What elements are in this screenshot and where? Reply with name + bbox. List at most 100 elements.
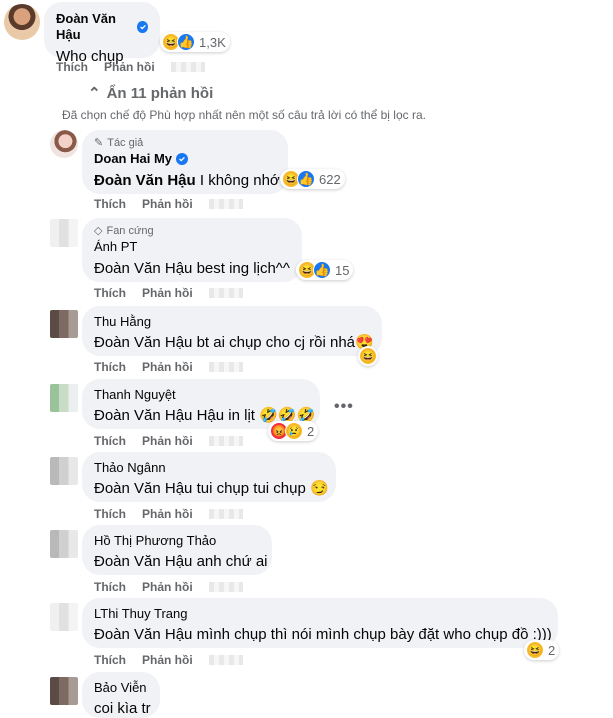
author-name[interactable]: Thảo Ngânn xyxy=(94,460,166,476)
toggle-label: Ẩn 11 phản hồi xyxy=(106,84,214,102)
mention-link[interactable]: Đoàn Văn Hậu xyxy=(94,480,192,497)
avatar[interactable] xyxy=(50,384,78,412)
reply-message: I không nhớ xyxy=(199,172,280,189)
timestamp[interactable] xyxy=(208,288,243,298)
like-button[interactable]: Thích xyxy=(94,434,126,448)
like-button[interactable]: Thích xyxy=(94,360,126,374)
reply-author[interactable]: Hồ Thị Phương Thảo xyxy=(94,533,216,549)
reply-text: Đoàn Văn Hậu mình chụp thì nói mình chụp… xyxy=(94,625,552,645)
badge-label: Fan cứng xyxy=(106,225,154,237)
reply-author[interactable]: Thanh Nguyệt xyxy=(94,387,176,403)
reaction-count: 1,3K xyxy=(199,34,226,50)
reply-message: mình chụp thì nói mình chụp bày đặt who … xyxy=(196,626,552,643)
author-name[interactable]: Thu Hằng xyxy=(94,314,151,330)
author-name[interactable]: LThi Thuy Trang xyxy=(94,606,187,622)
reaction-count: 2 xyxy=(548,642,556,658)
reaction-summary[interactable]: 😆 👍 622 xyxy=(280,169,345,189)
reply-actions: Thích Phản hồi xyxy=(94,360,243,374)
author-name[interactable]: Hồ Thị Phương Thảo xyxy=(94,533,216,549)
timestamp[interactable] xyxy=(208,655,243,665)
reaction-summary[interactable]: 😆 xyxy=(358,346,378,366)
avatar[interactable] xyxy=(50,219,78,247)
fan-badge: ◇ Fan cứng xyxy=(94,224,290,238)
reply-actions: Thích Phản hồi xyxy=(94,434,243,448)
like-button[interactable]: Thích xyxy=(94,580,126,594)
reply-button[interactable]: Phản hồi xyxy=(142,434,193,448)
reply-button[interactable]: Phản hồi xyxy=(142,286,193,300)
timestamp[interactable] xyxy=(208,362,243,372)
hide-replies-toggle[interactable]: ⌃ Ẩn 11 phản hồi xyxy=(88,84,214,103)
reply-button[interactable]: Phản hồi xyxy=(142,197,193,211)
more-options-icon[interactable]: ••• xyxy=(334,398,354,416)
reply-button[interactable]: Phản hồi xyxy=(142,360,193,374)
reply-author[interactable]: Thảo Ngânn xyxy=(94,460,166,476)
mention-link[interactable]: Đoàn Văn Hậu xyxy=(94,334,192,351)
reply-bubble: Hồ Thị Phương Thảo Đoàn Văn Hậu anh chứ … xyxy=(82,525,272,575)
reaction-summary[interactable]: 😆 👍 15 xyxy=(296,260,354,280)
like-reaction-icon: 👍 xyxy=(297,170,315,188)
avatar[interactable] xyxy=(50,603,78,631)
author-name[interactable]: Đoàn Văn Hậu xyxy=(56,11,133,43)
reaction-summary[interactable]: 😡 😢 2 xyxy=(268,421,319,441)
like-reaction-icon: 👍 xyxy=(177,33,195,51)
haha-reaction-icon: 😆 xyxy=(359,347,377,365)
reply-text: Đoàn Văn Hậu best ing lịch^^ xyxy=(94,259,290,279)
reply-actions: Thích Phản hồi xyxy=(94,197,243,211)
like-button[interactable]: Thích xyxy=(56,60,88,74)
reaction-count: 2 xyxy=(307,423,315,439)
pen-icon: ✎ xyxy=(94,137,104,149)
timestamp[interactable] xyxy=(208,509,243,519)
comment-bubble: Đoàn Văn Hậu Who chụp xyxy=(44,2,160,65)
like-button[interactable]: Thích xyxy=(94,286,126,300)
like-button[interactable]: Thích xyxy=(94,653,126,667)
reply-author[interactable]: LThi Thuy Trang xyxy=(94,606,187,622)
reply-button[interactable]: Phản hồi xyxy=(142,653,193,667)
avatar[interactable] xyxy=(50,130,78,158)
reaction-summary[interactable]: 😆 2 xyxy=(524,640,560,660)
timestamp[interactable] xyxy=(208,436,243,446)
reply-message: coi kìa tr xyxy=(94,700,151,717)
reaction-count: 622 xyxy=(319,171,341,187)
like-button[interactable]: Thích xyxy=(94,197,126,211)
reply-button[interactable]: Phản hồi xyxy=(104,60,155,74)
avatar[interactable] xyxy=(4,4,40,40)
mention-link[interactable]: Đoàn Văn Hậu xyxy=(94,260,192,277)
author-name[interactable]: Thanh Nguyệt xyxy=(94,387,176,403)
mention-link[interactable]: Đoàn Văn Hậu xyxy=(94,407,192,424)
reply-message: best ing lịch^^ xyxy=(196,260,290,277)
reply-author[interactable]: Thu Hằng xyxy=(94,314,151,330)
comment-actions: Thích Phản hồi xyxy=(56,60,205,74)
reply-button[interactable]: Phản hồi xyxy=(142,580,193,594)
reply-bubble: ◇ Fan cứng Ánh PT Đoàn Văn Hậu best ing … xyxy=(82,218,302,282)
avatar[interactable] xyxy=(50,677,78,705)
reply-actions: Thích Phản hồi xyxy=(94,507,243,521)
reply-text: Đoàn Văn Hậu tui chụp tui chụp 😏 xyxy=(94,479,329,499)
timestamp[interactable] xyxy=(170,62,205,72)
timestamp[interactable] xyxy=(208,199,243,209)
author-badge: ✎ Tác giả xyxy=(94,136,276,150)
mention-link[interactable]: Đoàn Văn Hậu xyxy=(94,172,196,189)
author-name[interactable]: Doan Hai My xyxy=(94,151,172,167)
reply-button[interactable]: Phản hồi xyxy=(142,507,193,521)
reply-message: anh chứ ai xyxy=(196,553,268,570)
avatar[interactable] xyxy=(50,530,78,558)
mention-link[interactable]: Đoàn Văn Hậu xyxy=(94,553,192,570)
comment-author[interactable]: Đoàn Văn Hậu xyxy=(56,11,148,43)
author-name[interactable]: Bảo Viễn xyxy=(94,680,147,696)
reply-author[interactable]: Bảo Viễn xyxy=(94,680,147,696)
reply-author[interactable]: Doan Hai My xyxy=(94,151,189,167)
like-button[interactable]: Thích xyxy=(94,507,126,521)
timestamp[interactable] xyxy=(208,582,243,592)
reaction-summary[interactable]: 😆 👍 1,3K xyxy=(160,32,230,52)
reply-author[interactable]: Ánh PT xyxy=(94,239,137,255)
avatar[interactable] xyxy=(50,310,78,338)
reply-actions: Thích Phản hồi xyxy=(94,653,243,667)
filter-notice: Đã chọn chế độ Phù hợp nhất nên một số c… xyxy=(62,108,426,122)
reply-bubble: ✎ Tác giả Doan Hai My Đoàn Văn Hậu I khô… xyxy=(82,130,288,194)
reply-text: Đoàn Văn Hậu bt ai chụp cho cj rồi nhá😍 xyxy=(94,333,374,353)
reply-message: bt ai chụp cho cj rồi nhá😍 xyxy=(196,334,374,351)
avatar[interactable] xyxy=(50,457,78,485)
mention-link[interactable]: Đoàn Văn Hậu xyxy=(94,626,192,643)
author-name[interactable]: Ánh PT xyxy=(94,239,137,255)
verified-check-icon xyxy=(137,21,148,33)
